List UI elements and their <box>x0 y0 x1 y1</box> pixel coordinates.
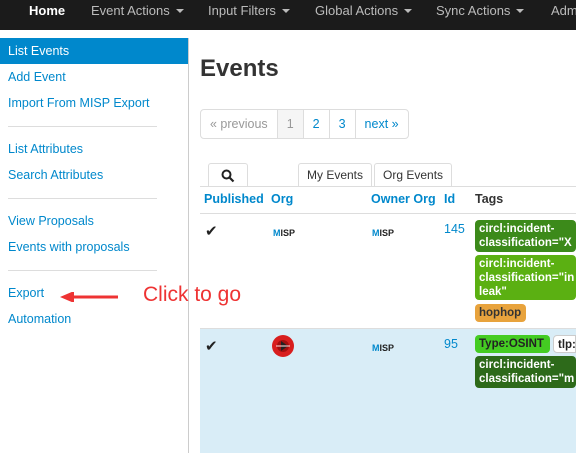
owner-org-logo-misp[interactable]: MISP <box>372 343 394 353</box>
sidebar: List Events Add Event Import From MISP E… <box>0 38 189 453</box>
tag-tlp[interactable]: tlp: <box>553 335 576 353</box>
tag-circl-incident-classification[interactable]: circl:incident- classification="X <box>475 220 576 252</box>
caret-down-icon <box>175 8 184 13</box>
pagination-previous[interactable]: « previous <box>201 110 278 138</box>
sidebar-divider <box>8 198 157 199</box>
caret-down-icon <box>281 8 290 13</box>
sidebar-item-import-misp[interactable]: Import From MISP Export <box>0 90 188 116</box>
tag-circl-incident-classification[interactable]: circl:incident- classification="m <box>475 356 576 388</box>
caret-down-icon <box>516 8 525 13</box>
nav-input-filters[interactable]: Input Filters <box>208 0 290 30</box>
nav-global-actions-label: Global Actions <box>315 3 399 18</box>
sidebar-item-search-attributes[interactable]: Search Attributes <box>0 162 188 188</box>
sidebar-item-automation[interactable]: Automation <box>0 306 188 332</box>
sidebar-item-add-event[interactable]: Add Event <box>0 64 188 90</box>
nav-event-actions[interactable]: Event Actions <box>91 0 184 30</box>
nav-admin-label: Adm <box>551 3 576 18</box>
pagination: « previous 1 2 3 next » <box>200 109 409 139</box>
event-id-link[interactable]: 95 <box>444 337 458 351</box>
sidebar-divider <box>8 126 157 127</box>
sidebar-item-events-with-proposals[interactable]: Events with proposals <box>0 234 188 260</box>
sidebar-item-list-events[interactable]: List Events <box>0 38 188 64</box>
sidebar-item-view-proposals[interactable]: View Proposals <box>0 208 188 234</box>
tab-divider <box>200 186 576 187</box>
event-id-link[interactable]: 145 <box>444 222 465 236</box>
tag-circl-incident-classification[interactable]: circl:incident- classification="in leak" <box>475 255 576 300</box>
column-header-id[interactable]: Id <box>444 192 455 206</box>
table-header-divider <box>200 213 576 214</box>
nav-sync-actions-label: Sync Actions <box>436 3 511 18</box>
nav-admin[interactable]: Adm <box>551 0 576 30</box>
nav-global-actions[interactable]: Global Actions <box>315 0 413 30</box>
column-header-org[interactable]: Org <box>271 192 293 206</box>
nav-input-filters-label: Input Filters <box>208 3 276 18</box>
tab-org-events[interactable]: Org Events <box>374 163 453 187</box>
tab-search[interactable] <box>208 163 248 187</box>
column-header-published[interactable]: Published <box>204 192 264 206</box>
pagination-page-2[interactable]: 2 <box>304 110 330 138</box>
search-icon <box>221 169 235 183</box>
top-navbar: Home Event Actions Input Filters Global … <box>0 0 576 30</box>
nav-home-label: Home <box>29 3 66 18</box>
column-header-tags: Tags <box>475 192 504 206</box>
pagination-page-3[interactable]: 3 <box>330 110 356 138</box>
sidebar-item-list-attributes[interactable]: List Attributes <box>0 136 188 162</box>
pagination-next[interactable]: next » <box>356 110 408 138</box>
circl-logo-icon[interactable] <box>271 334 295 358</box>
page-title: Events <box>200 55 279 82</box>
red-arrow-icon <box>60 292 118 302</box>
published-check-icon: ✔ <box>205 223 218 240</box>
published-check-icon: ✔ <box>205 338 218 355</box>
column-header-owner-org[interactable]: Owner Org <box>371 192 436 206</box>
nav-event-actions-label: Event Actions <box>91 3 170 18</box>
pagination-page-1[interactable]: 1 <box>277 110 304 138</box>
org-logo-misp[interactable]: MISP <box>273 228 295 238</box>
tab-my-events[interactable]: My Events <box>298 163 373 187</box>
caret-down-icon <box>404 8 413 13</box>
tag-type-osint[interactable]: Type:OSINT <box>475 335 550 353</box>
owner-org-logo-misp[interactable]: MISP <box>372 228 394 238</box>
nav-home[interactable]: Home <box>29 0 65 30</box>
sidebar-divider <box>8 270 157 271</box>
click-to-go-note: Click to go <box>143 283 242 306</box>
tag-hophop[interactable]: hophop <box>475 304 526 322</box>
nav-sync-actions[interactable]: Sync Actions <box>436 0 525 30</box>
